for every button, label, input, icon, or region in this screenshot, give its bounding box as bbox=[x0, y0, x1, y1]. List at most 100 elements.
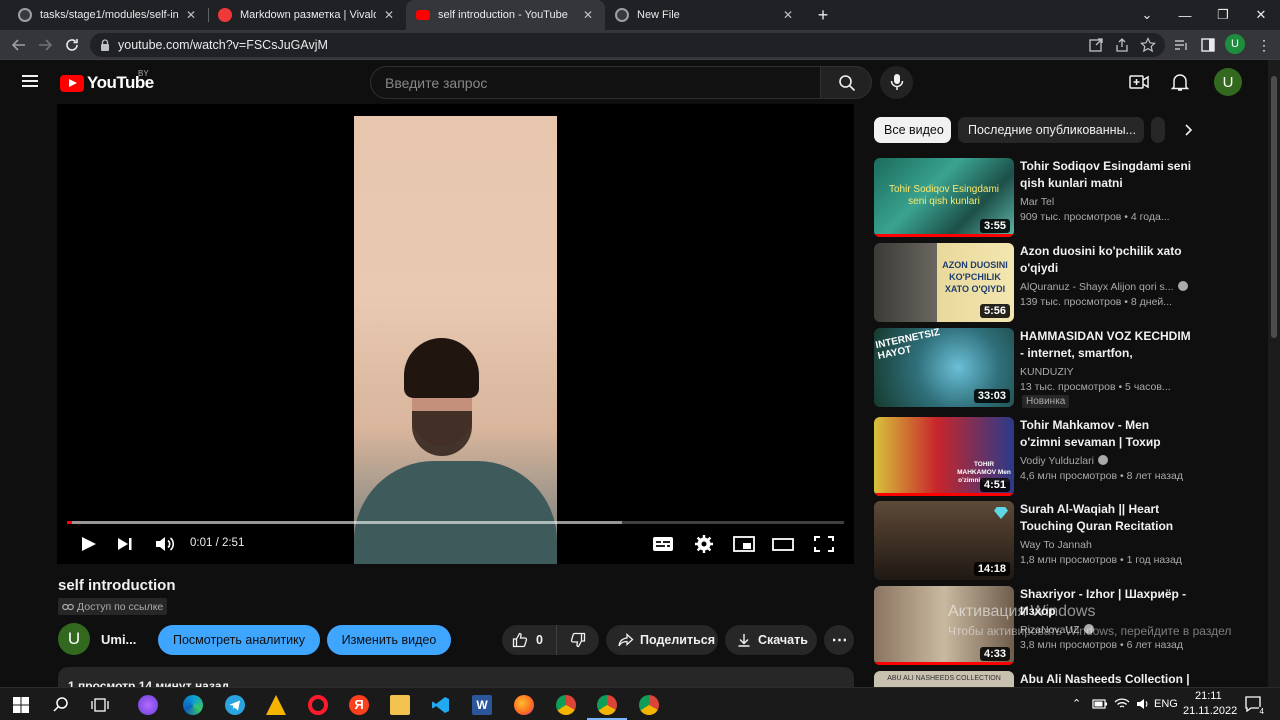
channel-avatar[interactable]: U bbox=[58, 623, 90, 655]
search-icon[interactable] bbox=[51, 695, 71, 715]
view-analytics-button[interactable]: Посмотреть аналитику bbox=[158, 625, 320, 655]
menu-icon[interactable] bbox=[22, 75, 38, 87]
recommendation-channel[interactable]: Way To Jannah bbox=[1020, 539, 1092, 551]
video-thumbnail[interactable]: INTERNETSIZ HAYOT 33:03 bbox=[874, 328, 1014, 407]
video-thumbnail[interactable]: 14:18 bbox=[874, 501, 1014, 580]
browser-tab-youtube[interactable]: self introduction - YouTube ✕ bbox=[406, 0, 605, 30]
reload-button[interactable] bbox=[61, 35, 83, 55]
recommendation-item[interactable]: Tohir Sodiqov Esingdami seni qish kunlar… bbox=[874, 158, 1204, 238]
recommendation-title[interactable]: Tohir Sodiqov Esingdami seni qish kunlar… bbox=[1020, 158, 1192, 192]
search-input[interactable]: Введите запрос bbox=[370, 66, 822, 99]
side-panel-icon[interactable] bbox=[1200, 37, 1216, 53]
tab-search-button[interactable]: ⌄ bbox=[1128, 0, 1166, 30]
recommendation-channel[interactable]: AlQuranuz - Shayx Alijon qori s... bbox=[1020, 281, 1188, 293]
recommendation-channel[interactable]: Mar Tel bbox=[1020, 196, 1054, 208]
account-avatar[interactable]: U bbox=[1214, 68, 1242, 96]
notification-center-button[interactable]: 4 bbox=[1243, 694, 1265, 716]
volume-icon[interactable] bbox=[153, 534, 177, 554]
opera-browser-icon[interactable] bbox=[308, 695, 328, 715]
settings-gear-icon[interactable] bbox=[692, 534, 716, 554]
tray-overflow-icon[interactable]: ⌃ bbox=[1072, 697, 1081, 710]
notifications-bell-icon[interactable] bbox=[1170, 72, 1190, 92]
recommendation-item[interactable]: INTERNETSIZ HAYOT 33:03 HAMMASIDAN VOZ K… bbox=[874, 328, 1204, 408]
chip-all-videos[interactable]: Все видео bbox=[874, 117, 951, 143]
close-tab-icon[interactable]: ✕ bbox=[581, 8, 595, 22]
seek-bar[interactable] bbox=[67, 521, 844, 524]
chrome-icon[interactable] bbox=[639, 695, 659, 715]
fullscreen-icon[interactable] bbox=[812, 534, 836, 554]
more-actions-button[interactable]: ⋯ bbox=[824, 625, 854, 655]
drive-triangle-icon[interactable] bbox=[266, 695, 286, 715]
minimize-button[interactable]: — bbox=[1166, 0, 1204, 30]
media-control-icon[interactable] bbox=[1173, 37, 1189, 53]
word-icon[interactable]: W bbox=[472, 695, 492, 715]
share-button[interactable]: Поделиться bbox=[606, 625, 718, 655]
edge-browser-icon[interactable] bbox=[183, 695, 203, 715]
address-bar[interactable]: youtube.com/watch?v=FSCsJuGAvjM bbox=[90, 33, 1165, 57]
firefox-icon[interactable] bbox=[514, 695, 534, 715]
recommendation-item[interactable]: AZON DUOSINI KO'PCHILIK XATO O'QIYDI 5:5… bbox=[874, 243, 1204, 323]
page-scrollbar[interactable] bbox=[1268, 60, 1280, 687]
recommendation-item[interactable]: ABU ALI NASHEEDS COLLECTION Abu Ali Nash… bbox=[874, 671, 1204, 687]
windows-start-icon[interactable] bbox=[11, 695, 31, 715]
telegram-icon[interactable] bbox=[225, 695, 245, 715]
recommendation-title[interactable]: HAMMASIDAN VOZ KECHDIM - internet, smart… bbox=[1020, 328, 1192, 362]
create-video-icon[interactable] bbox=[1129, 72, 1149, 92]
like-button[interactable]: 0 bbox=[502, 625, 557, 655]
recommendation-title[interactable]: Azon duosini ko'pchilik xato o'qiydi bbox=[1020, 243, 1192, 277]
voice-search-button[interactable] bbox=[880, 66, 913, 99]
vscode-icon[interactable] bbox=[431, 695, 451, 715]
channel-name[interactable]: Umi... bbox=[101, 632, 136, 647]
close-tab-icon[interactable]: ✕ bbox=[781, 8, 795, 22]
recommendation-title[interactable]: Surah Al-Waqiah || Heart Touching Quran … bbox=[1020, 501, 1192, 535]
wifi-icon[interactable] bbox=[1114, 697, 1130, 711]
recommendation-title[interactable]: Tohir Mahkamov - Men o'zimni sevaman | Т… bbox=[1020, 417, 1192, 451]
video-thumbnail[interactable]: TOHIR MAHKAMOV Men o'zimni sevaman 4:51 bbox=[874, 417, 1014, 496]
video-player[interactable]: 0:01 / 2:51 bbox=[57, 104, 854, 564]
chrome-icon[interactable] bbox=[597, 695, 617, 715]
bookmark-star-icon[interactable] bbox=[1140, 37, 1156, 53]
video-thumbnail[interactable]: Tohir Sodiqov Esingdami seni qish kunlar… bbox=[874, 158, 1014, 237]
share-page-icon[interactable] bbox=[1114, 37, 1130, 53]
recommendation-channel[interactable]: Vodiy Yulduzlari bbox=[1020, 455, 1108, 467]
back-button[interactable] bbox=[8, 35, 30, 55]
clock-date[interactable]: 21.11.2022 bbox=[1183, 705, 1237, 717]
dislike-button[interactable] bbox=[557, 625, 599, 655]
search-button[interactable] bbox=[820, 66, 872, 99]
close-tab-icon[interactable]: ✕ bbox=[184, 8, 198, 22]
theater-mode-icon[interactable] bbox=[771, 534, 795, 554]
task-view-icon[interactable] bbox=[90, 695, 110, 715]
clock-time[interactable]: 21:11 bbox=[1195, 690, 1222, 702]
browser-tab-new-file[interactable]: New File ✕ bbox=[605, 0, 805, 30]
input-language[interactable]: ENG bbox=[1154, 698, 1178, 710]
close-window-button[interactable]: ✕ bbox=[1242, 0, 1280, 30]
battery-icon[interactable] bbox=[1092, 697, 1108, 711]
video-thumbnail[interactable]: ABU ALI NASHEEDS COLLECTION bbox=[874, 671, 1014, 687]
file-explorer-icon[interactable] bbox=[390, 695, 410, 715]
chip-recent[interactable]: Последние опубликованны... bbox=[958, 117, 1144, 143]
recommendation-item[interactable]: TOHIR MAHKAMOV Men o'zimni sevaman 4:51 … bbox=[874, 417, 1204, 497]
scrollbar-thumb[interactable] bbox=[1271, 76, 1277, 338]
subtitles-icon[interactable] bbox=[651, 534, 675, 554]
browser-profile-avatar[interactable]: U bbox=[1225, 34, 1245, 54]
chips-next-button[interactable] bbox=[1180, 122, 1196, 138]
play-icon[interactable] bbox=[77, 534, 101, 554]
browser-tab-vivaldi[interactable]: Markdown разметка | Vivaldi Bro ✕ bbox=[208, 0, 406, 30]
video-thumbnail[interactable]: AZON DUOSINI KO'PCHILIK XATO O'QIYDI 5:5… bbox=[874, 243, 1014, 322]
youtube-logo[interactable]: YouTube BY bbox=[60, 69, 154, 93]
recommendation-item[interactable]: 14:18 Surah Al-Waqiah || Heart Touching … bbox=[874, 501, 1204, 581]
yandex-browser-icon[interactable]: Я bbox=[349, 695, 369, 715]
forward-button[interactable] bbox=[34, 35, 56, 55]
new-tab-button[interactable]: + bbox=[804, 0, 842, 30]
speaker-icon[interactable] bbox=[1135, 697, 1151, 711]
maximize-button[interactable]: ❐ bbox=[1204, 0, 1242, 30]
chrome-icon[interactable] bbox=[556, 695, 576, 715]
chip-partial[interactable] bbox=[1151, 117, 1165, 143]
alice-assistant-icon[interactable] bbox=[138, 695, 158, 715]
miniplayer-icon[interactable] bbox=[732, 534, 756, 554]
download-button[interactable]: Скачать bbox=[725, 625, 817, 655]
close-tab-icon[interactable]: ✕ bbox=[382, 8, 396, 22]
edit-video-button[interactable]: Изменить видео bbox=[327, 625, 451, 655]
browser-menu-icon[interactable]: ⋮ bbox=[1256, 37, 1272, 53]
next-video-icon[interactable] bbox=[113, 534, 137, 554]
